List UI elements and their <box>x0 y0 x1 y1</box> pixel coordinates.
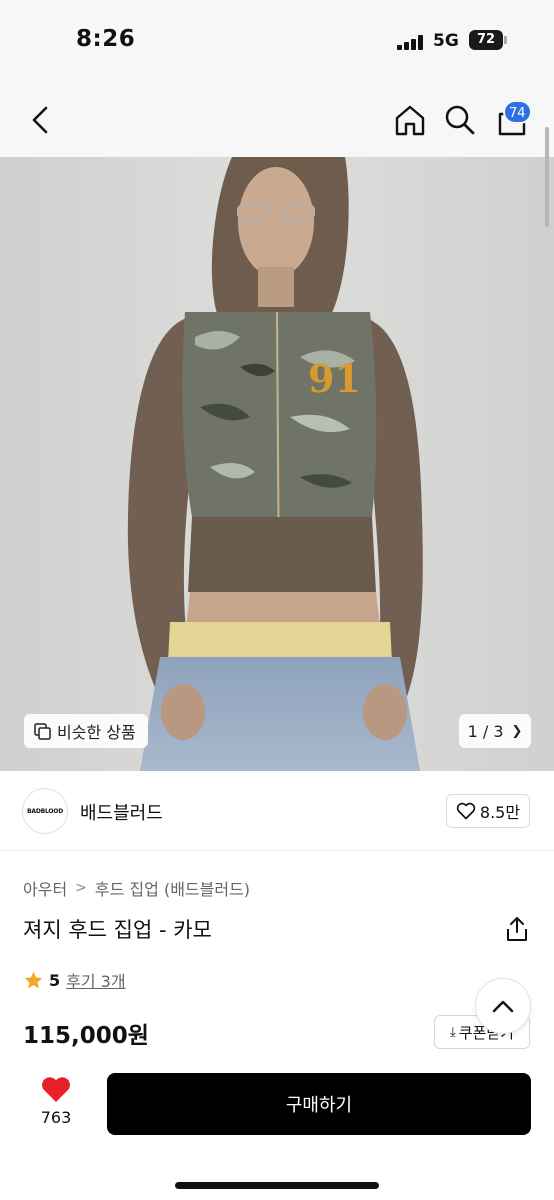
similar-products-label: 비슷한 상품 <box>57 723 136 742</box>
similar-products-button[interactable]: 비슷한 상품 <box>24 714 148 748</box>
model-photo-image: 91 <box>0 157 554 771</box>
status-time: 8:26 <box>76 26 136 52</box>
share-icon[interactable] <box>505 916 529 942</box>
battery-icon: 72 <box>469 30 503 50</box>
scrollbar[interactable] <box>545 127 549 227</box>
brand-logo[interactable]: BADBLOOD <box>22 788 68 834</box>
cart-count-badge: 74 <box>503 100 532 124</box>
chevron-left-icon[interactable] <box>26 104 56 136</box>
status-bar: 8:26 5G 72 <box>0 0 554 80</box>
wishlist-count: 763 <box>40 1108 72 1127</box>
image-pager-label: 1 / 3 <box>467 721 504 741</box>
signal-icon <box>397 35 424 50</box>
scroll-to-top-button[interactable] <box>475 978 531 1034</box>
breadcrumb-category[interactable]: 아우터 <box>23 876 67 900</box>
home-icon[interactable] <box>393 103 427 137</box>
heart-filled-icon <box>42 1077 70 1102</box>
image-pager-button[interactable]: 1 / 3 ❯ <box>459 714 531 748</box>
breadcrumb: 아우터 > 후드 집업 (배드블러드) <box>23 876 250 900</box>
network-label: 5G <box>433 31 459 51</box>
rating-score: 5 <box>49 970 61 990</box>
search-icon[interactable] <box>444 104 476 136</box>
bottom-action-bar: 763 구매하기 <box>0 1062 554 1200</box>
rating-row: 5 후기 3개 <box>23 968 126 992</box>
battery-tip <box>504 36 507 44</box>
wishlist-button[interactable]: 763 <box>30 1076 82 1127</box>
review-count-link[interactable]: 후기 3개 <box>66 968 125 992</box>
brand-row[interactable]: BADBLOOD 배드블러드 8.5만 <box>0 771 554 851</box>
nav-bar <box>0 80 554 157</box>
similar-products-icon <box>34 722 51 740</box>
buy-button[interactable]: 구매하기 <box>107 1073 531 1135</box>
home-indicator <box>175 1182 379 1189</box>
chevron-right-icon: ❯ <box>511 723 523 739</box>
product-title: 져지 후드 집업 - 카모 <box>23 918 212 942</box>
product-price: 115,000원 <box>23 1023 149 1049</box>
svg-text:91: 91 <box>308 356 361 401</box>
heart-outline-icon <box>456 802 476 820</box>
breadcrumb-subcategory[interactable]: 후드 집업 (배드블러드) <box>95 876 250 900</box>
chevron-up-icon <box>492 1000 514 1013</box>
chevron-right-icon: > <box>75 880 87 896</box>
brand-name[interactable]: 배드블러드 <box>80 799 163 825</box>
star-icon <box>24 971 43 988</box>
download-icon: ⤓ <box>450 1024 456 1040</box>
product-photo[interactable]: 91 <box>0 157 554 771</box>
brand-like-button[interactable]: 8.5만 <box>446 794 530 828</box>
brand-like-count: 8.5만 <box>479 803 521 822</box>
